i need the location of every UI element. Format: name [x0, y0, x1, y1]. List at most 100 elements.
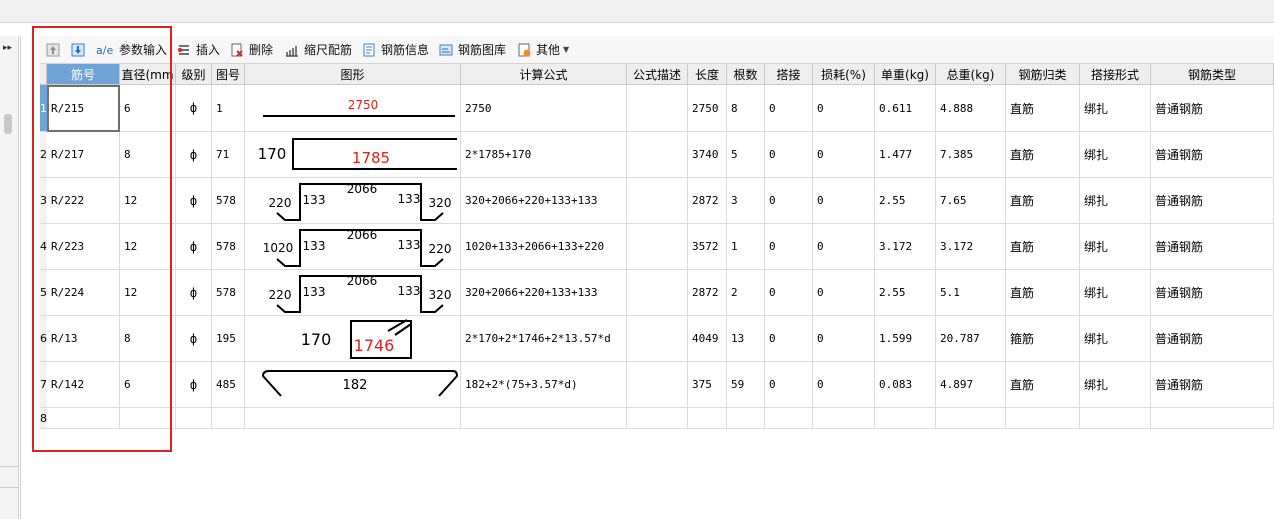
cell-total-weight[interactable]: 3.172	[936, 224, 1006, 270]
cell-length[interactable]: 2872	[688, 178, 727, 224]
cell-total-weight[interactable]: 7.65	[936, 178, 1006, 224]
cell-loss[interactable]: 0	[813, 85, 875, 132]
cell-lap-form[interactable]: 绑扎	[1080, 270, 1151, 316]
cell-figure-no[interactable]: 578	[212, 270, 245, 316]
cell-formula-desc[interactable]	[627, 316, 688, 362]
header-col-unit-weight[interactable]: 单重(kg)	[875, 64, 936, 85]
header-col-rebar-type[interactable]: 钢筋类型	[1151, 64, 1274, 85]
header-col-loss[interactable]: 损耗(%)	[813, 64, 875, 85]
header-col-length[interactable]: 长度	[688, 64, 727, 85]
cell-category[interactable]: 直筋	[1006, 270, 1080, 316]
header-col-lap-form[interactable]: 搭接形式	[1080, 64, 1151, 85]
cell-formula-desc[interactable]	[627, 408, 688, 429]
shape-cell[interactable]: 2750	[245, 85, 461, 132]
cell-grade[interactable]: ф	[176, 224, 212, 270]
cell-formula-desc[interactable]	[627, 362, 688, 408]
cell-loss[interactable]: 0	[813, 132, 875, 178]
cell-formula-desc[interactable]	[627, 132, 688, 178]
cell-length[interactable]: 3572	[688, 224, 727, 270]
cell-loss[interactable]: 0	[813, 316, 875, 362]
cell-count[interactable]: 59	[727, 362, 765, 408]
shape-cell[interactable]: 182	[245, 362, 461, 408]
cell-rebar-type[interactable]: 普通钢筋	[1151, 224, 1274, 270]
cell-count[interactable]: 3	[727, 178, 765, 224]
cell-formula[interactable]: 2*1785+170	[461, 132, 627, 178]
cell-grade[interactable]: ф	[176, 132, 212, 178]
cell-unit-weight[interactable]: 2.55	[875, 270, 936, 316]
header-col-lap[interactable]: 搭接	[765, 64, 813, 85]
shape-cell[interactable]: 170 1785	[245, 132, 461, 178]
cell-rebar-type[interactable]	[1151, 408, 1274, 429]
left-scrollbar-thumb[interactable]	[4, 114, 12, 134]
cell-count[interactable]: 2	[727, 270, 765, 316]
rebar-info-button[interactable]: 钢筋信息	[362, 40, 429, 59]
cell-loss[interactable]: 0	[813, 224, 875, 270]
cell-lap[interactable]: 0	[765, 224, 813, 270]
header-col-figure-no[interactable]: 图号	[212, 64, 245, 85]
cell-lap-form[interactable]: 绑扎	[1080, 224, 1151, 270]
cell-length[interactable]: 3740	[688, 132, 727, 178]
cell-total-weight[interactable]: 20.787	[936, 316, 1006, 362]
rebar-library-button[interactable]: 钢筋图库	[439, 40, 506, 59]
cell-grade[interactable]: ф	[176, 362, 212, 408]
cell-category[interactable]: 箍筋	[1006, 316, 1080, 362]
cell-figure-no[interactable]: 1	[212, 85, 245, 132]
cell-length[interactable]: 4049	[688, 316, 727, 362]
header-col-formula-desc[interactable]: 公式描述	[627, 64, 688, 85]
cell-grade[interactable]	[176, 408, 212, 429]
cell-count[interactable]: 1	[727, 224, 765, 270]
cell-grade[interactable]: ф	[176, 270, 212, 316]
cell-formula-desc[interactable]	[627, 178, 688, 224]
cell-category[interactable]: 直筋	[1006, 85, 1080, 132]
cell-length[interactable]: 2872	[688, 270, 727, 316]
shape-cell[interactable]: 220 133 2066 133 320	[245, 178, 461, 224]
cell-figure-no[interactable]: 578	[212, 224, 245, 270]
cell-formula[interactable]: 320+2066+220+133+133	[461, 270, 627, 316]
cell-category[interactable]: 直筋	[1006, 132, 1080, 178]
cell-unit-weight[interactable]	[875, 408, 936, 429]
cell-unit-weight[interactable]: 1.599	[875, 316, 936, 362]
cell-formula[interactable]: 2*170+2*1746+2*13.57*d	[461, 316, 627, 362]
cell-figure-no[interactable]	[212, 408, 245, 429]
cell-category[interactable]: 直筋	[1006, 178, 1080, 224]
cell-rebar-type[interactable]: 普通钢筋	[1151, 316, 1274, 362]
cell-lap-form[interactable]: 绑扎	[1080, 362, 1151, 408]
other-menu-button[interactable]: 其他 ▼	[517, 40, 569, 59]
cell-total-weight[interactable]: 4.897	[936, 362, 1006, 408]
cell-loss[interactable]	[813, 408, 875, 429]
cell-length[interactable]: 375	[688, 362, 727, 408]
cell-lap[interactable]: 0	[765, 316, 813, 362]
cell-rebar-type[interactable]: 普通钢筋	[1151, 85, 1274, 132]
cell-count[interactable]	[727, 408, 765, 429]
cell-formula[interactable]	[461, 408, 627, 429]
cell-figure-no[interactable]: 71	[212, 132, 245, 178]
cell-formula[interactable]: 1020+133+2066+133+220	[461, 224, 627, 270]
cell-count[interactable]: 13	[727, 316, 765, 362]
shape-cell[interactable]	[245, 408, 461, 429]
cell-unit-weight[interactable]: 0.611	[875, 85, 936, 132]
expand-arrows-icon[interactable]: ▸▸	[3, 43, 12, 53]
cell-formula-desc[interactable]	[627, 85, 688, 132]
cell-unit-weight[interactable]: 0.083	[875, 362, 936, 408]
cell-total-weight[interactable]: 4.888	[936, 85, 1006, 132]
header-col-total-weight[interactable]: 总重(kg)	[936, 64, 1006, 85]
cell-lap[interactable]: 0	[765, 362, 813, 408]
header-col-category[interactable]: 钢筋归类	[1006, 64, 1080, 85]
cell-length[interactable]: 2750	[688, 85, 727, 132]
cell-loss[interactable]: 0	[813, 362, 875, 408]
cell-formula[interactable]: 320+2066+220+133+133	[461, 178, 627, 224]
cell-formula-desc[interactable]	[627, 224, 688, 270]
cell-lap[interactable]: 0	[765, 85, 813, 132]
cell-formula-desc[interactable]	[627, 270, 688, 316]
cell-total-weight[interactable]: 5.1	[936, 270, 1006, 316]
header-col-count[interactable]: 根数	[727, 64, 765, 85]
cell-category[interactable]: 直筋	[1006, 362, 1080, 408]
cell-count[interactable]: 5	[727, 132, 765, 178]
shape-cell[interactable]: 220 133 2066 133 320	[245, 270, 461, 316]
cell-rebar-type[interactable]: 普通钢筋	[1151, 132, 1274, 178]
cell-category[interactable]: 直筋	[1006, 224, 1080, 270]
header-col-shape[interactable]: 图形	[245, 64, 461, 85]
cell-lap[interactable]: 0	[765, 178, 813, 224]
cell-unit-weight[interactable]: 1.477	[875, 132, 936, 178]
cell-total-weight[interactable]: 7.385	[936, 132, 1006, 178]
